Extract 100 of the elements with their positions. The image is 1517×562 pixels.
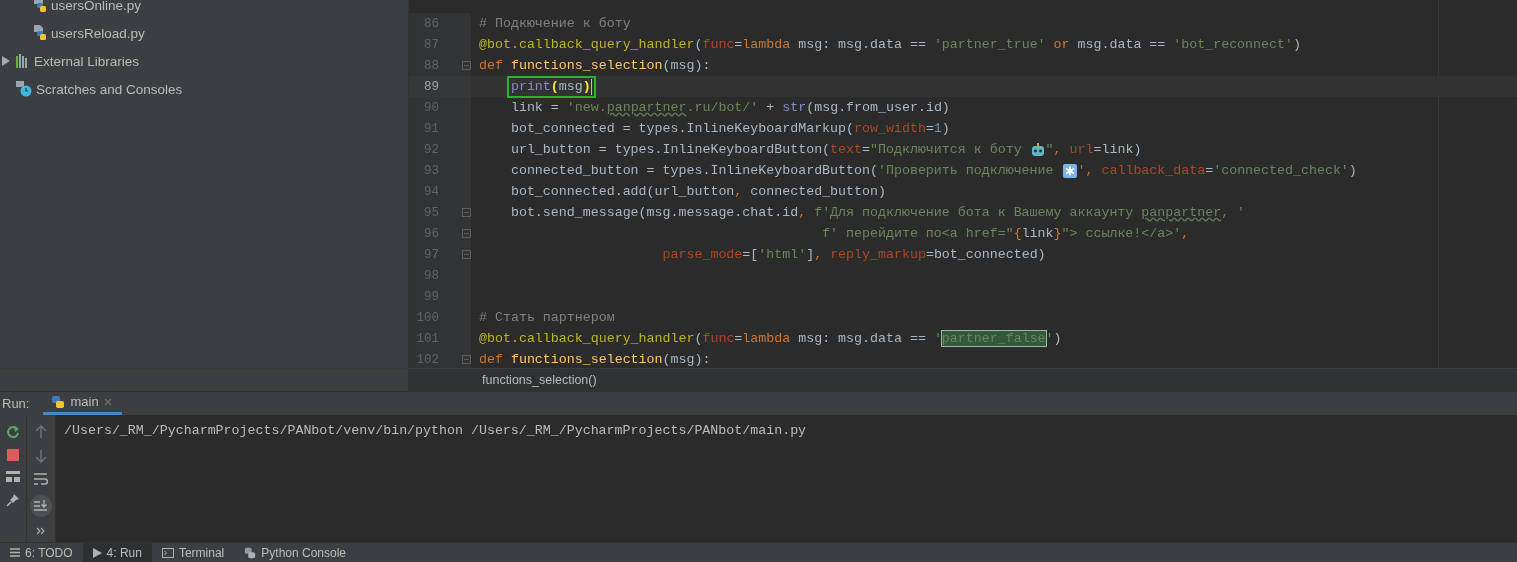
code-text: =link): [1093, 142, 1142, 157]
fold-marker-icon[interactable]: [462, 250, 471, 259]
python-file-icon: [33, 25, 47, 41]
expand-arrow-icon[interactable]: [2, 56, 10, 66]
code-text: msg.data ==: [1076, 37, 1167, 52]
fold-marker-icon[interactable]: [462, 229, 471, 238]
rerun-icon[interactable]: [6, 424, 20, 439]
code-text: msg: msg.data ==: [797, 37, 927, 52]
code-string: 'new.: [566, 100, 607, 115]
code-text: =: [925, 121, 934, 136]
tool-window-tab[interactable]: 4: Run: [82, 543, 152, 562]
code-keyword: or: [1053, 37, 1070, 52]
code-number: 1: [933, 121, 942, 136]
code-argument: func: [702, 331, 735, 346]
code-text: link =: [510, 100, 560, 115]
code-text: msg: msg.data ==: [797, 331, 927, 346]
tool-window-tab[interactable]: Python Console: [234, 543, 357, 562]
close-icon[interactable]: [103, 397, 112, 406]
code-text: =: [734, 331, 743, 346]
layout-icon[interactable]: [6, 470, 20, 483]
code-keyword: def: [479, 58, 504, 73]
code-text: ): [1293, 37, 1301, 52]
code-string: ": [1045, 142, 1054, 157]
code-string: panpartner: [606, 100, 687, 115]
code-argument: func: [702, 37, 735, 52]
pin-icon[interactable]: [6, 492, 20, 507]
down-arrow-icon[interactable]: [35, 448, 47, 463]
code-string: 'bot_reconnect': [1173, 37, 1293, 52]
code-text: bot.send_message(msg.message.chat.id: [510, 205, 799, 220]
code-string: ': [1045, 331, 1054, 346]
tool-window-tab[interactable]: Terminal: [151, 543, 235, 562]
fold-marker-icon[interactable]: [462, 208, 471, 217]
search-match: partner_false: [941, 331, 1046, 346]
code-text: +: [765, 100, 776, 115]
code-text: ): [1348, 163, 1357, 178]
code-text: (: [694, 331, 703, 346]
code-string: panpartner: [1141, 205, 1222, 220]
code-text: bot_connected = types.InlineKeyboardMarkup(: [510, 121, 855, 136]
code-keyword: ,: [798, 205, 808, 220]
code-string: ': [933, 331, 942, 346]
asterisk-emoji-icon: [1062, 163, 1077, 178]
code-builtin: str: [782, 100, 807, 115]
code-keyword: def: [479, 352, 504, 367]
code-text: url_button = types.InlineKeyboardButton(: [510, 142, 831, 157]
play-icon: [92, 547, 102, 558]
code-text: ): [941, 121, 950, 136]
scroll-to-end-button[interactable]: [30, 494, 52, 517]
code-comment: # Подкючение к боту: [479, 16, 631, 31]
code-keyword: lambda: [742, 37, 791, 52]
code-text: msg: [558, 79, 583, 94]
code-string: 'partner_true': [933, 37, 1047, 52]
robot-emoji-icon: [1030, 142, 1045, 157]
stop-icon[interactable]: [7, 448, 19, 461]
code-keyword: ,: [1053, 142, 1063, 157]
tree-item-label[interactable]: External Libraries: [34, 53, 140, 69]
tool-window-tab[interactable]: 6: TODO: [0, 543, 83, 562]
code-text: =: [1205, 163, 1214, 178]
code-argument: parse_mode: [662, 247, 743, 262]
tree-item-label[interactable]: usersOnline.py: [51, 0, 142, 13]
code-argument: text: [830, 142, 863, 157]
code-string: ': [1077, 163, 1086, 178]
text-cursor: [590, 78, 592, 95]
fold-marker-icon[interactable]: [462, 355, 471, 364]
code-argument: callback_data: [1101, 163, 1206, 178]
code-string: 'connected_check': [1213, 163, 1349, 178]
console-output-line: /Users/_RM_/PycharmProjects/PANbot/venv/bin/python /Users/_RM_/PycharmProjects/PANbot/main.py: [64, 422, 808, 438]
tree-item-label[interactable]: Scratches and Consoles: [36, 81, 183, 97]
breadcrumb[interactable]: functions_selection(): [408, 372, 597, 387]
code-text: connected_button = types.InlineKeyboardButton(: [510, 163, 878, 178]
fold-marker-icon[interactable]: [462, 61, 471, 70]
up-arrow-icon[interactable]: [35, 424, 47, 439]
code-string: , ': [1221, 205, 1246, 220]
python-icon: [51, 394, 66, 409]
code-text: =bot_connected): [925, 247, 1046, 262]
python-file-icon: [33, 0, 47, 13]
code-keyword: ,: [1085, 163, 1095, 178]
more-chevron-icon[interactable]: [36, 526, 46, 535]
code-string: f'Для подключение бота к Вашему аккаунту: [814, 205, 1135, 220]
code-text: connected_button): [750, 184, 886, 199]
code-text: ): [1053, 331, 1062, 346]
code-function-name: functions_selection: [510, 352, 663, 367]
code-keyword: lambda: [742, 331, 791, 346]
code-text: (: [694, 37, 703, 52]
tree-item-label[interactable]: usersReload.py: [51, 25, 145, 41]
code-string: 'html': [758, 247, 807, 262]
scratch-clock-icon: [16, 81, 32, 97]
code-text: =: [734, 37, 743, 52]
code-argument: url: [1069, 142, 1094, 157]
code-keyword: {: [1013, 226, 1022, 241]
code-bracket: ): [582, 79, 591, 94]
code-string: .ru/bot/': [686, 100, 759, 115]
code-keyword: }: [1053, 226, 1062, 241]
code-text: =: [862, 142, 870, 157]
code-argument: row_width: [854, 121, 926, 136]
code-string: f' перейдите по<a href=": [822, 226, 1014, 241]
code-text: (msg):: [662, 58, 711, 73]
code-text: (msg):: [662, 352, 711, 367]
code-text: ]: [806, 247, 815, 262]
soft-wrap-icon[interactable]: [34, 472, 48, 485]
code-text: =[: [742, 247, 759, 262]
